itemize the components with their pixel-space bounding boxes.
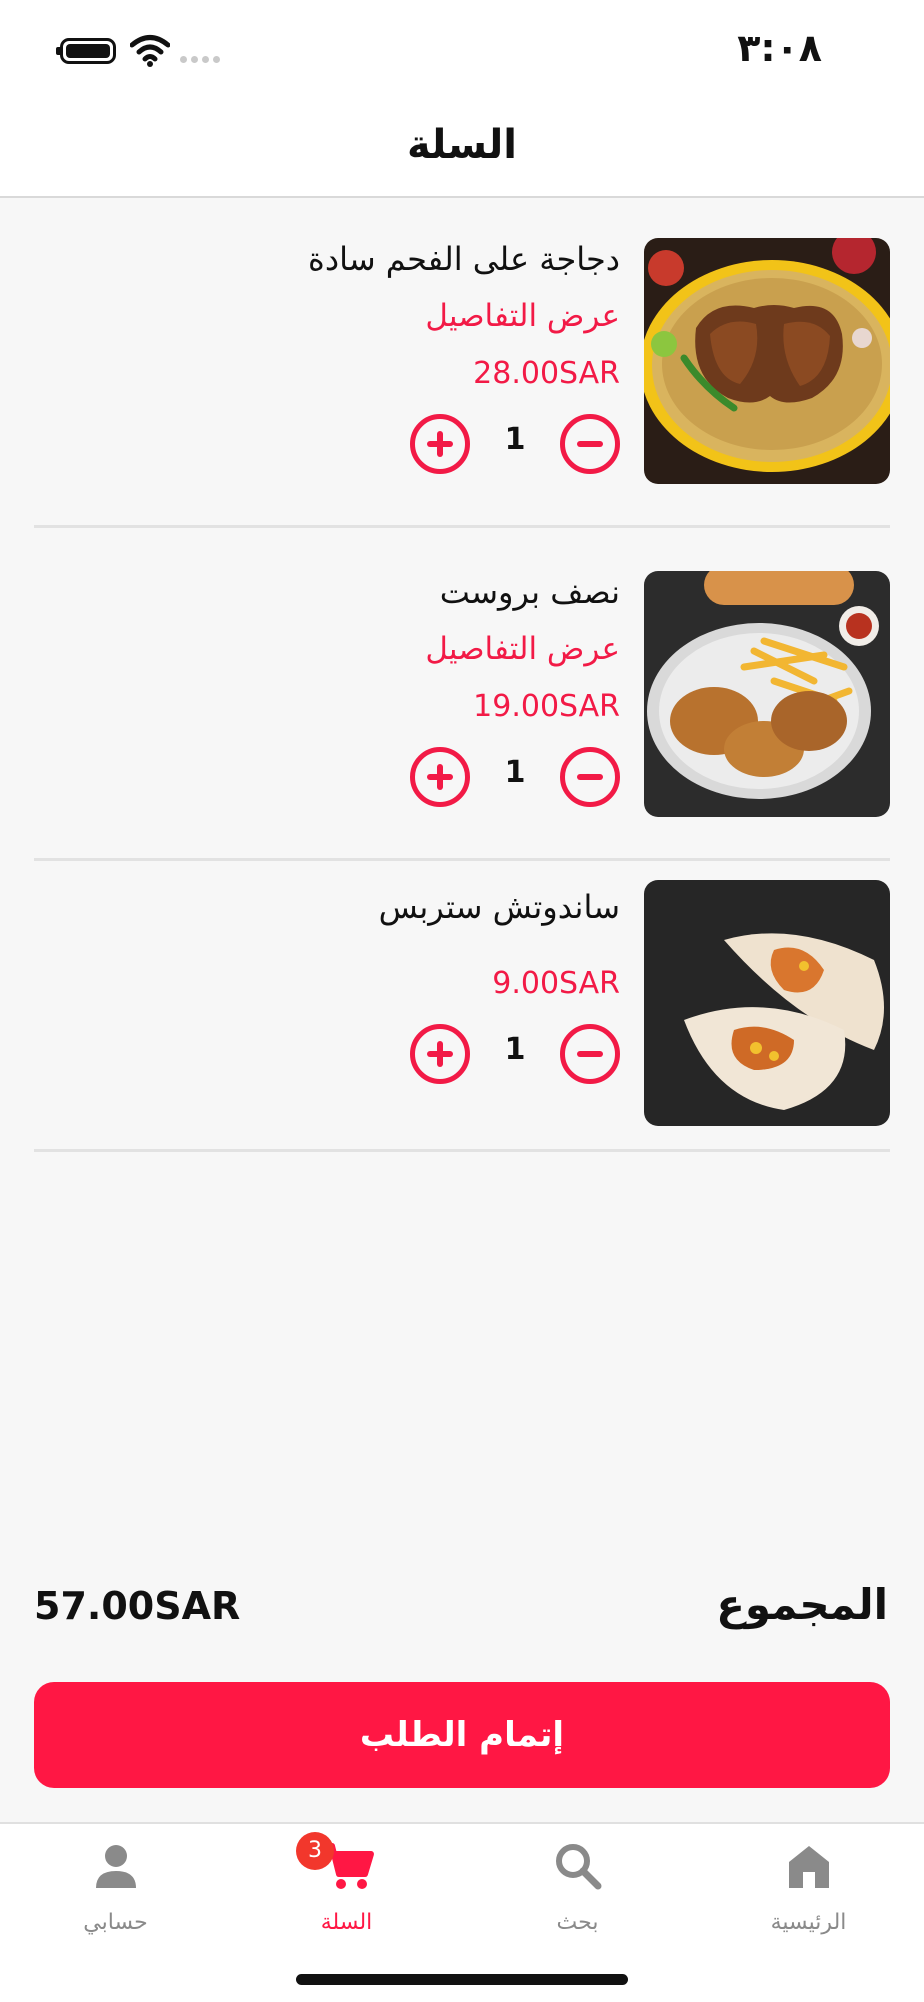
item-price: 28.00SAR [473,356,620,391]
quantity-stepper: 1 [410,1024,620,1084]
page-title: السلة [406,122,518,168]
total-value: 57.00SAR [34,1584,241,1628]
status-time: ٣:٠٨ [737,26,822,70]
quantity-stepper: 1 [410,747,620,807]
home-indicator [296,1974,628,1985]
divider [34,525,890,528]
decrease-quantity-button[interactable] [560,747,620,807]
cart-item[interactable]: دجاجة على الفحم سادة عرض التفاصيل 28.00S… [34,198,890,528]
total-label: المجموع [716,1580,888,1629]
tab-label: حسابي [83,1910,148,1935]
quantity-value: 1 [504,755,526,790]
charcoal-chicken-image[interactable] [644,238,890,484]
half-broast-image[interactable] [644,571,890,817]
decrease-quantity-button[interactable] [560,1024,620,1084]
minus-icon [577,1051,603,1057]
item-name: نصف بروست [439,573,620,611]
checkout-button[interactable]: إتمام الطلب [34,1682,890,1788]
cellular-signal-icon [180,56,220,63]
increase-quantity-button[interactable] [410,747,470,807]
divider [34,1149,890,1152]
tab-account[interactable]: حسابي [0,1824,231,2002]
view-details-link[interactable]: عرض التفاصيل [425,298,620,334]
quantity-value: 1 [504,422,526,457]
quantity-value: 1 [504,1032,526,1067]
increase-quantity-button[interactable] [410,414,470,474]
nav-bar: السلة [0,100,924,198]
item-price: 19.00SAR [473,689,620,724]
divider [34,858,890,861]
increase-quantity-button[interactable] [410,1024,470,1084]
tab-label: الرئيسية [770,1910,847,1935]
minus-icon [577,774,603,780]
cart-count-badge: 3 [296,1832,334,1870]
minus-icon [577,441,603,447]
search-icon [555,1844,601,1890]
quantity-stepper: 1 [410,414,620,474]
tab-label: السلة [320,1910,373,1935]
item-name: ساندوتش ستربس [378,888,620,926]
strips-sandwich-image[interactable] [644,880,890,1126]
battery-icon [56,38,116,64]
tab-home[interactable]: الرئيسية [693,1824,924,2002]
view-details-link[interactable]: عرض التفاصيل [425,631,620,667]
item-price: 9.00SAR [492,966,620,1001]
tab-label: بحث [556,1910,599,1935]
status-bar: ٣:٠٨ [0,0,924,100]
cart-item[interactable]: نصف بروست عرض التفاصيل 19.00SAR 1 [34,531,890,861]
decrease-quantity-button[interactable] [560,414,620,474]
cart-item[interactable]: ساندوتش ستربس 9.00SAR 1 [34,864,890,1152]
item-name: دجاجة على الفحم سادة [308,240,620,278]
wifi-icon [130,35,170,67]
person-icon [95,1845,136,1888]
home-icon [788,1846,829,1888]
